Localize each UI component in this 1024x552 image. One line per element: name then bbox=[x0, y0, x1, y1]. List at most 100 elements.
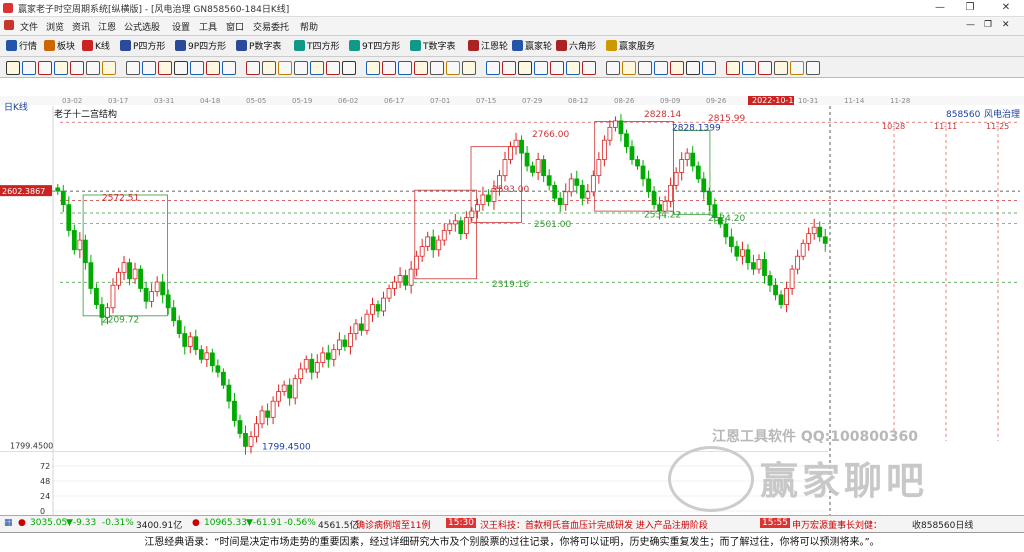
menu-file[interactable]: 文件 bbox=[20, 20, 38, 33]
inner-minimize-button[interactable]: — bbox=[966, 20, 975, 30]
news-item-2[interactable]: 汉王科技：首款柯氏音血压计完成研发 进入产品注册阶段 bbox=[480, 518, 708, 531]
draw-tool-42-icon[interactable] bbox=[726, 61, 740, 75]
minimize-button[interactable]: — bbox=[928, 1, 952, 15]
draw-tool-18-icon[interactable] bbox=[310, 61, 324, 75]
draw-tool-8-icon[interactable] bbox=[142, 61, 156, 75]
grid-icon bbox=[6, 40, 17, 51]
kline-chart[interactable]: 03-02 03-17 03-31 04-18 05-05 05-19 06-02 06-17… bbox=[0, 95, 1024, 516]
draw-tool-34-icon[interactable] bbox=[582, 61, 596, 75]
toolbar-hexagon-button[interactable]: 六角形 bbox=[556, 39, 596, 53]
candle-body bbox=[811, 226, 817, 235]
toolbar-gann-wheel-button[interactable]: 江恩轮 bbox=[468, 39, 508, 53]
draw-tool-12-icon[interactable] bbox=[206, 61, 220, 75]
draw-tool-29-icon[interactable] bbox=[502, 61, 516, 75]
index1-percent: -0.31% bbox=[102, 518, 134, 528]
draw-tool-37-icon[interactable] bbox=[638, 61, 652, 75]
draw-tool-6-icon[interactable] bbox=[102, 61, 116, 75]
restore-button[interactable]: ❐ bbox=[958, 1, 982, 15]
draw-tool-4-icon[interactable] bbox=[70, 61, 84, 75]
draw-tool-15-icon[interactable] bbox=[262, 61, 276, 75]
draw-tool-21-icon[interactable] bbox=[366, 61, 380, 75]
draw-tool-16-icon[interactable] bbox=[278, 61, 292, 75]
draw-tool-30-icon[interactable] bbox=[518, 61, 532, 75]
draw-tool-25-icon[interactable] bbox=[430, 61, 444, 75]
draw-tool-2-icon[interactable] bbox=[38, 61, 52, 75]
toolbar-winner-wheel-button[interactable]: 赢家轮 bbox=[512, 39, 552, 53]
date-tick: 11-14 bbox=[844, 97, 865, 105]
toolbar-9p-square-button[interactable]: 9P四方形 bbox=[175, 39, 226, 53]
draw-tool-27-icon[interactable] bbox=[462, 61, 476, 75]
menu-tools[interactable]: 工具 bbox=[199, 20, 217, 33]
draw-tool-17-icon[interactable] bbox=[294, 61, 308, 75]
candle-body bbox=[381, 297, 386, 312]
news-item-3[interactable]: 申万宏源董事长刘健： bbox=[792, 518, 882, 531]
draw-tool-32-icon[interactable] bbox=[550, 61, 564, 75]
draw-tool-26-icon[interactable] bbox=[446, 61, 460, 75]
candle-body bbox=[160, 281, 166, 296]
structure-label: 老子十二宫结构 bbox=[54, 108, 117, 120]
candle-body bbox=[276, 391, 282, 402]
draw-tool-33-icon[interactable] bbox=[566, 61, 580, 75]
menu-gann[interactable]: 江恩 bbox=[98, 20, 116, 33]
draw-tool-20-icon[interactable] bbox=[342, 61, 356, 75]
candle-body bbox=[392, 281, 397, 289]
toolbar-service-button[interactable]: 赢家服务 bbox=[606, 39, 655, 53]
draw-tool-35-icon[interactable] bbox=[606, 61, 620, 75]
menu-help[interactable]: 帮助 bbox=[300, 20, 318, 33]
draw-tool-45-icon[interactable] bbox=[774, 61, 788, 75]
draw-tool-44-icon[interactable] bbox=[758, 61, 772, 75]
draw-tool-13-icon[interactable] bbox=[222, 61, 236, 75]
draw-tool-22-icon[interactable] bbox=[382, 61, 396, 75]
draw-tool-14-icon[interactable] bbox=[246, 61, 260, 75]
toolbar-t-table-button[interactable]: T数字表 bbox=[410, 39, 456, 53]
date-tick: 05-19 bbox=[292, 97, 312, 105]
menu-trade[interactable]: 交易委托 bbox=[253, 20, 289, 33]
annotation-a8: 2828.14 bbox=[644, 110, 681, 120]
news-item-1[interactable]: 确诊病例增至11例 bbox=[356, 518, 430, 531]
draw-tool-3-icon[interactable] bbox=[54, 61, 68, 75]
draw-tool-19-icon[interactable] bbox=[326, 61, 340, 75]
draw-tool-0-icon[interactable] bbox=[6, 61, 20, 75]
menu-news[interactable]: 资讯 bbox=[72, 20, 90, 33]
draw-tool-1-icon[interactable] bbox=[22, 61, 36, 75]
draw-tool-39-icon[interactable] bbox=[670, 61, 684, 75]
draw-tool-10-icon[interactable] bbox=[174, 61, 188, 75]
draw-tool-23-icon[interactable] bbox=[398, 61, 412, 75]
candle-body bbox=[425, 236, 431, 247]
toolbar-kline-button[interactable]: K线 bbox=[82, 39, 110, 53]
toolbar-p-square-button[interactable]: P四方形 bbox=[120, 39, 165, 53]
menu-browse[interactable]: 浏览 bbox=[46, 20, 64, 33]
draw-tool-38-icon[interactable] bbox=[654, 61, 668, 75]
main-toolbar: 行情 板块 K线 P四方形 9P四方形 P数字表 T四方形 9T四方形 T数字表 江恩轮 赢家轮 六角… bbox=[0, 36, 1024, 57]
draw-tool-5-icon[interactable] bbox=[86, 61, 100, 75]
toolbar-t-square-button[interactable]: T四方形 bbox=[294, 39, 340, 53]
toolbar-blocks-button[interactable]: 板块 bbox=[44, 39, 75, 53]
toolbar-grid-button[interactable]: 行情 bbox=[6, 39, 37, 53]
draw-tool-43-icon[interactable] bbox=[742, 61, 756, 75]
volume-tick: 72 bbox=[40, 462, 50, 471]
draw-tool-11-icon[interactable] bbox=[190, 61, 204, 75]
draw-tool-40-icon[interactable] bbox=[686, 61, 700, 75]
date-tick: 07-15 bbox=[476, 97, 496, 105]
annotation-a6: 2319.16 bbox=[492, 280, 529, 290]
draw-tool-9-icon[interactable] bbox=[158, 61, 172, 75]
draw-tool-46-icon[interactable] bbox=[790, 61, 804, 75]
draw-tool-28-icon[interactable] bbox=[486, 61, 500, 75]
draw-tool-7-icon[interactable] bbox=[126, 61, 140, 75]
toolbar-label: T数字表 bbox=[423, 42, 456, 52]
menu-formula[interactable]: 公式选股 bbox=[124, 20, 160, 33]
draw-tool-24-icon[interactable] bbox=[414, 61, 428, 75]
draw-tool-47-icon[interactable] bbox=[806, 61, 820, 75]
menu-settings[interactable]: 设置 bbox=[172, 20, 190, 33]
toolbar-9t-square-button[interactable]: 9T四方形 bbox=[349, 39, 400, 53]
inner-restore-button[interactable]: ❐ bbox=[984, 20, 992, 30]
candle-body bbox=[209, 352, 215, 367]
draw-tool-31-icon[interactable] bbox=[534, 61, 548, 75]
chart-area[interactable]: 03-02 03-17 03-31 04-18 05-05 05-19 06-02 06-17… bbox=[0, 95, 1024, 516]
toolbar-p-table-button[interactable]: P数字表 bbox=[236, 39, 281, 53]
menu-window[interactable]: 窗口 bbox=[226, 20, 244, 33]
inner-close-button[interactable]: ✕ bbox=[1002, 20, 1010, 30]
draw-tool-41-icon[interactable] bbox=[702, 61, 716, 75]
draw-tool-36-icon[interactable] bbox=[622, 61, 636, 75]
close-button[interactable]: ✕ bbox=[994, 1, 1018, 15]
